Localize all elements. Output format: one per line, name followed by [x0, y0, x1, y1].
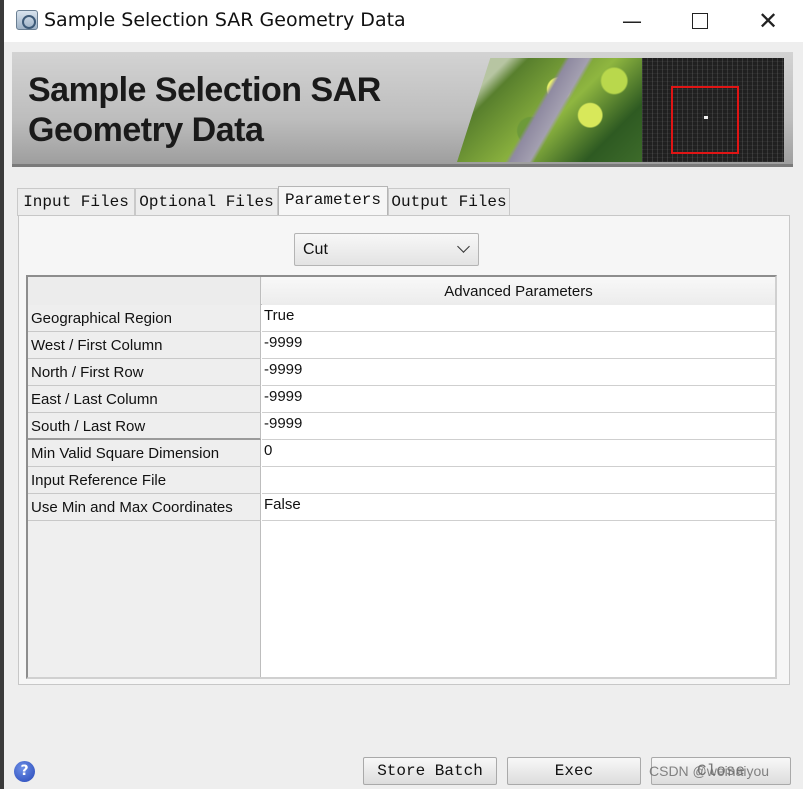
table-row: Input Reference File: [28, 467, 775, 494]
header-banner: Sample Selection SAR Geometry Data: [12, 52, 793, 167]
row-value[interactable]: 0: [262, 440, 775, 467]
tab-output-files[interactable]: Output Files: [388, 188, 510, 216]
tab-parameters[interactable]: Parameters: [278, 186, 388, 217]
exec-button[interactable]: Exec: [507, 757, 641, 785]
row-value[interactable]: -9999: [262, 332, 775, 359]
row-label: Geographical Region: [28, 305, 261, 332]
store-batch-button[interactable]: Store Batch: [363, 757, 497, 785]
row-label: Input Reference File: [28, 467, 261, 494]
parameters-grid: Advanced Parameters Geographical Region …: [26, 275, 777, 679]
grid-header-row: Advanced Parameters: [28, 277, 775, 305]
table-row: South / Last Row -9999: [28, 413, 775, 440]
row-value[interactable]: -9999: [262, 386, 775, 413]
table-row: Use Min and Max Coordinates False: [28, 494, 775, 521]
grid-corner-cell: [28, 277, 261, 305]
table-row: East / Last Column -9999: [28, 386, 775, 413]
window-title: Sample Selection SAR Geometry Data: [44, 9, 406, 31]
title-bar: Sample Selection SAR Geometry Data — ✕: [4, 0, 803, 42]
maximize-button[interactable]: [677, 6, 723, 36]
row-value[interactable]: False: [262, 494, 775, 521]
row-label: West / First Column: [28, 332, 261, 359]
row-value[interactable]: True: [262, 305, 775, 332]
watermark-text: CSDN @weinaiyou: [649, 763, 770, 779]
row-label: Use Min and Max Coordinates: [28, 494, 261, 521]
table-row: North / First Row -9999: [28, 359, 775, 386]
minimize-button[interactable]: —: [609, 6, 655, 36]
mode-dropdown-value: Cut: [303, 241, 328, 258]
sar-image: [642, 58, 784, 162]
table-row: West / First Column -9999: [28, 332, 775, 359]
sar-selection-box: [671, 86, 739, 154]
row-label: East / Last Column: [28, 386, 261, 413]
chevron-down-icon: [457, 240, 470, 253]
row-label: South / Last Row: [28, 413, 261, 440]
mode-dropdown[interactable]: Cut: [294, 233, 479, 266]
aerial-photo-image: [457, 58, 642, 162]
row-label: North / First Row: [28, 359, 261, 386]
banner-title: Sample Selection SAR Geometry Data: [28, 71, 381, 149]
parameters-panel: Cut Advanced Parameters Geographical Reg…: [18, 215, 790, 685]
sar-target-dot: [704, 116, 708, 119]
tab-optional-files[interactable]: Optional Files: [135, 188, 278, 216]
table-row: Geographical Region True: [28, 305, 775, 332]
maximize-icon: [692, 12, 708, 29]
app-window: Sample Selection SAR Geometry Data — ✕ S…: [4, 0, 803, 789]
table-row: Min Valid Square Dimension 0: [28, 440, 775, 467]
row-value[interactable]: -9999: [262, 359, 775, 386]
tab-input-files[interactable]: Input Files: [17, 188, 135, 216]
column-header-advanced-parameters: Advanced Parameters: [262, 277, 775, 305]
close-window-button[interactable]: ✕: [745, 6, 791, 36]
row-value[interactable]: -9999: [262, 413, 775, 440]
row-value[interactable]: [262, 467, 775, 494]
row-label: Min Valid Square Dimension: [28, 440, 261, 467]
help-icon[interactable]: ?: [14, 761, 35, 782]
app-icon: [16, 10, 38, 30]
